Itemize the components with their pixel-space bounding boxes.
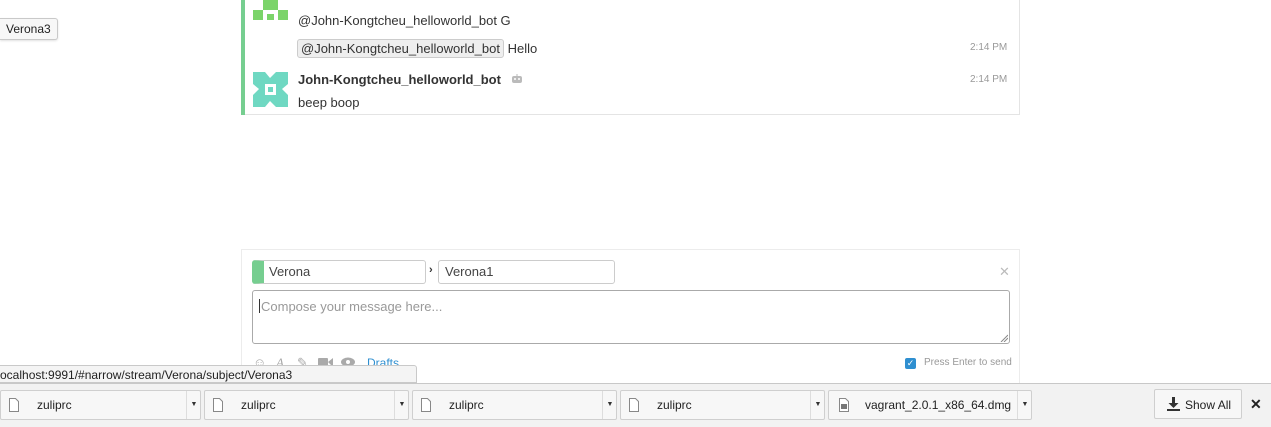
download-filename: vagrant_2.0.1_x86_64.dmg bbox=[865, 398, 1012, 412]
message-body: @John-Kongtcheu_helloworld_bot G bbox=[298, 13, 511, 28]
avatar[interactable] bbox=[253, 0, 288, 25]
download-item[interactable]: zuliprc ▼ bbox=[0, 390, 201, 420]
stream-color-bar bbox=[241, 0, 245, 115]
topic-tooltip: Verona3 bbox=[0, 18, 58, 40]
message-body: @John-Kongtcheu_helloworld_bot Hello bbox=[297, 39, 537, 58]
message-time: 2:14 PM bbox=[970, 74, 1008, 85]
download-icon bbox=[1167, 397, 1180, 411]
message-list: @John-Kongtcheu_helloworld_bot G @John-K… bbox=[241, 0, 1020, 115]
message-time: 2:14 PM bbox=[970, 42, 1008, 53]
stream-input[interactable]: Verona bbox=[252, 260, 426, 284]
compose-placeholder: Compose your message here... bbox=[261, 299, 443, 314]
download-filename: zuliprc bbox=[657, 398, 692, 412]
sender-name[interactable]: John-Kongtcheu_helloworld_bot bbox=[298, 72, 501, 87]
close-icon[interactable]: ✕ bbox=[999, 264, 1010, 280]
download-item[interactable]: zuliprc ▼ bbox=[620, 390, 825, 420]
user-mention[interactable]: @John-Kongtcheu_helloworld_bot bbox=[297, 39, 504, 58]
download-menu-button[interactable]: ▼ bbox=[810, 391, 825, 419]
enter-to-send-label[interactable]: Press Enter to send bbox=[924, 357, 1012, 368]
file-icon bbox=[9, 398, 19, 412]
text-cursor bbox=[259, 299, 260, 313]
download-filename: zuliprc bbox=[449, 398, 484, 412]
link-status-bar: ocalhost:9991/#narrow/stream/Verona/subj… bbox=[0, 365, 417, 383]
show-all-downloads-button[interactable]: Show All bbox=[1154, 389, 1242, 419]
resize-grip-icon[interactable] bbox=[1000, 334, 1008, 342]
download-item[interactable]: zuliprc ▼ bbox=[412, 390, 617, 420]
message-body: beep boop bbox=[298, 95, 360, 110]
download-filename: zuliprc bbox=[241, 398, 276, 412]
download-shelf: zuliprc ▼ zuliprc ▼ zuliprc ▼ zuliprc ▼ … bbox=[0, 383, 1271, 427]
file-icon bbox=[629, 398, 639, 412]
download-menu-button[interactable]: ▼ bbox=[186, 391, 201, 419]
bot-icon bbox=[511, 74, 522, 83]
enter-to-send-checkbox[interactable]: ✓ bbox=[905, 358, 916, 369]
download-menu-button[interactable]: ▼ bbox=[394, 391, 409, 419]
avatar[interactable] bbox=[253, 72, 288, 107]
close-icon[interactable]: ✕ bbox=[1250, 396, 1262, 413]
show-all-label: Show All bbox=[1185, 398, 1232, 412]
download-item[interactable]: zuliprc ▼ bbox=[204, 390, 409, 420]
file-icon bbox=[421, 398, 431, 412]
download-menu-button[interactable]: ▼ bbox=[1017, 391, 1032, 419]
message-text: Hello bbox=[507, 41, 538, 56]
disk-image-icon bbox=[839, 398, 849, 412]
file-icon bbox=[213, 398, 223, 412]
compose-textarea[interactable]: Compose your message here... bbox=[252, 290, 1010, 344]
download-menu-button[interactable]: ▼ bbox=[602, 391, 617, 419]
chevron-right-icon: › bbox=[429, 264, 433, 276]
download-item[interactable]: vagrant_2.0.1_x86_64.dmg ▼ bbox=[828, 390, 1032, 420]
download-filename: zuliprc bbox=[37, 398, 72, 412]
message-sender[interactable]: John-Kongtcheu_helloworld_bot bbox=[298, 72, 523, 87]
topic-input[interactable]: Verona1 bbox=[438, 260, 615, 284]
